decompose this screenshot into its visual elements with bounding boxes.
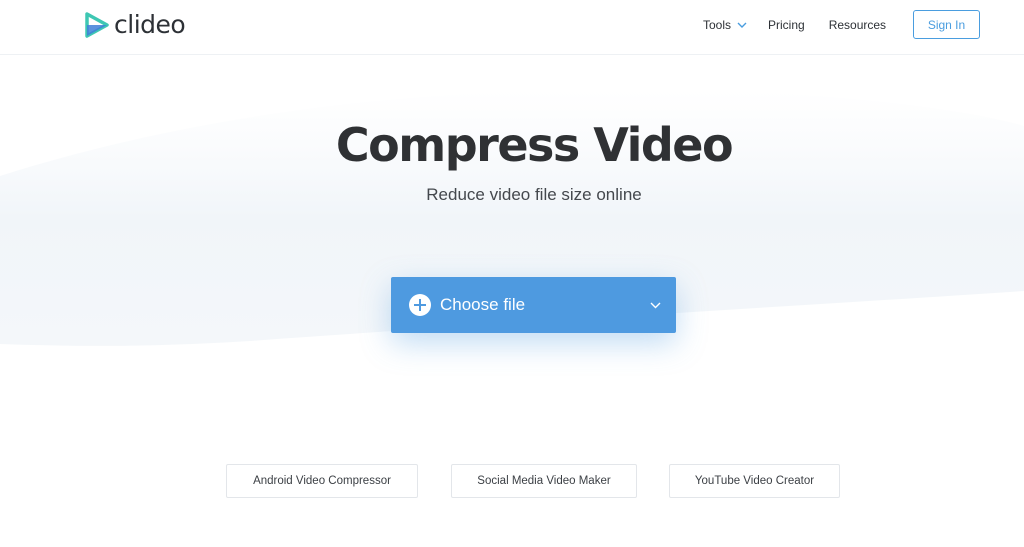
nav-resources-label: Resources [828,18,887,32]
nav-pricing-label: Pricing [768,18,805,32]
chevron-down-icon [737,22,747,28]
nav-tools-label: Tools [703,18,732,32]
plus-icon [409,294,431,316]
chevron-down-icon[interactable] [650,302,661,309]
choose-file-label: Choose file [440,295,526,314]
top-header: clideo Tools Pricing Resources Sign In [0,0,1024,55]
related-tool-link[interactable]: Android Video Compressor [226,464,418,498]
related-tool-link[interactable]: Social Media Video Maker [451,464,637,498]
play-logo-icon [85,12,109,38]
nav-pricing[interactable]: Pricing [768,18,805,32]
sign-in-button[interactable]: Sign In [913,10,980,39]
page-subtitle: Reduce video file size online [426,185,642,204]
main-nav: Tools Pricing Resources [703,18,886,32]
logo[interactable]: clideo [85,10,186,39]
choose-file-button[interactable]: Choose file [391,277,676,333]
brand-name: clideo [114,10,186,39]
related-tool-link[interactable]: YouTube Video Creator [669,464,840,498]
related-tools: Android Video Compressor Social Media Vi… [0,464,1024,498]
page-title: Compress Video [335,118,734,172]
nav-resources[interactable]: Resources [829,18,886,32]
nav-tools[interactable]: Tools [703,18,747,32]
